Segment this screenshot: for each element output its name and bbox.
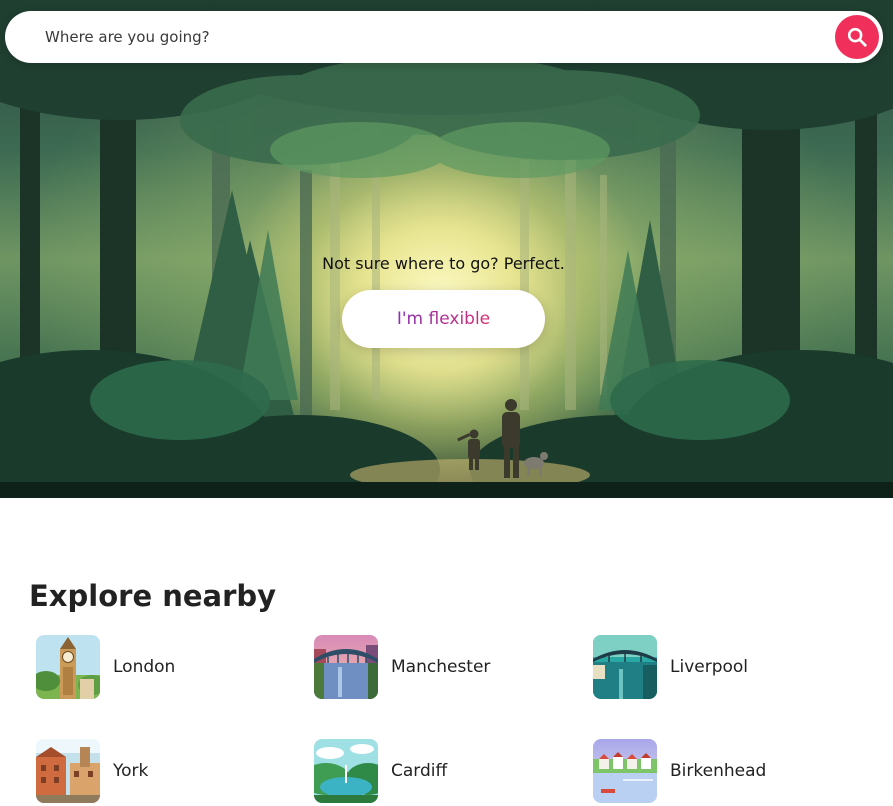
- im-flexible-label: I'm flexible: [396, 309, 491, 329]
- york-thumbnail: [36, 739, 100, 803]
- london-thumbnail: [36, 635, 100, 699]
- cardiff-thumbnail: [314, 739, 378, 803]
- place-name-birkenhead: Birkenhead: [670, 761, 767, 781]
- place-name-york: York: [113, 761, 149, 781]
- search-input[interactable]: [43, 11, 823, 63]
- liverpool-thumbnail: [593, 635, 657, 699]
- place-item-manchester[interactable]: Manchester: [314, 634, 574, 700]
- place-name-london: London: [113, 657, 176, 677]
- search-bar: [5, 11, 883, 63]
- place-name-manchester: Manchester: [391, 657, 491, 677]
- birkenhead-thumbnail: [593, 739, 657, 803]
- place-item-birkenhead[interactable]: Birkenhead: [593, 738, 853, 804]
- hero-banner: Not sure where to go? Perfect. I'm flexi…: [0, 0, 893, 498]
- explore-nearby-title: Explore nearby: [29, 579, 277, 613]
- place-item-london[interactable]: London: [36, 634, 296, 700]
- place-item-cardiff[interactable]: Cardiff: [314, 738, 574, 804]
- manchester-thumbnail: [314, 635, 378, 699]
- place-item-liverpool[interactable]: Liverpool: [593, 634, 853, 700]
- forest-illustration: [0, 0, 893, 498]
- search-icon: [847, 27, 867, 47]
- place-item-york[interactable]: York: [36, 738, 296, 804]
- place-name-cardiff: Cardiff: [391, 761, 448, 781]
- hero-headline: Not sure where to go? Perfect.: [322, 254, 565, 273]
- search-button[interactable]: [835, 15, 879, 59]
- place-name-liverpool: Liverpool: [670, 657, 749, 677]
- im-flexible-button[interactable]: I'm flexible: [342, 290, 545, 348]
